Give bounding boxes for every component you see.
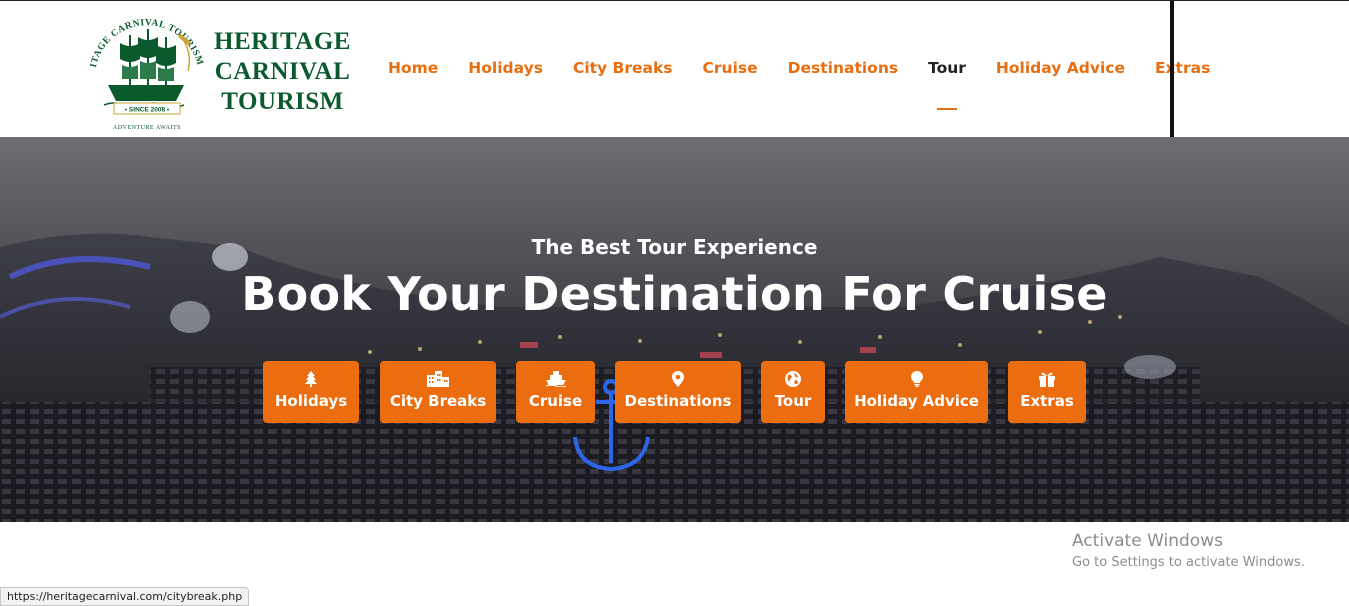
tree-icon — [305, 371, 317, 387]
watermark-title: Activate Windows — [1072, 531, 1223, 551]
nav-item-home[interactable]: Home — [388, 59, 438, 79]
hero-subtitle: The Best Tour Experience — [531, 235, 818, 259]
hero-button-label: Holidays — [274, 392, 348, 410]
hero-button-label: Holiday Advice — [854, 392, 979, 410]
hero-button-cruise[interactable]: Cruise — [516, 361, 595, 423]
nav-item-cruise[interactable]: Cruise — [703, 59, 758, 79]
nav-item-destinations[interactable]: Destinations — [788, 59, 898, 79]
logo-motto-text: ADVENTURE AWAITS — [113, 125, 181, 131]
logo-line-1: HERITAGE — [214, 28, 351, 55]
hero-banner: The Best Tour Experience Book Your Desti… — [0, 137, 1349, 522]
logo-line-3: TOURISM — [221, 88, 344, 115]
hero-button-label: Tour — [774, 392, 812, 410]
hero-button-label: Extras — [1020, 392, 1074, 410]
nav-item-holiday-advice[interactable]: Holiday Advice — [996, 59, 1125, 79]
lightbulb-icon — [910, 371, 923, 387]
nav-item-holidays[interactable]: Holidays — [468, 59, 543, 79]
logo-emblem-arc-text: HERITAGE CARNIVAL TOURISM LLC — [80, 5, 204, 69]
nav-item-tour-label: Tour — [928, 59, 966, 77]
hero-button-holiday-advice[interactable]: Holiday Advice — [845, 361, 988, 423]
site-header: HERITAGE CARNIVAL TOURISM LLC • SINCE 20… — [0, 0, 1349, 138]
map-pin-icon — [672, 371, 684, 387]
logo-line-2: CARNIVAL — [214, 58, 351, 85]
watermark-subtitle: Go to Settings to activate Windows. — [1072, 555, 1305, 570]
hero-button-holidays[interactable]: Holidays — [263, 361, 359, 423]
windows-activation-watermark: Activate Windows Go to Settings to activ… — [1072, 531, 1305, 570]
header-divider — [1170, 1, 1174, 138]
status-bar-url: https://heritagecarnival.com/citybreak.p… — [0, 587, 250, 606]
cruise-ship-background — [0, 137, 1349, 522]
hero-button-label: Destinations — [624, 392, 732, 410]
hero-button-tour[interactable]: Tour — [761, 361, 825, 423]
nav-item-city-breaks[interactable]: City Breaks — [573, 59, 673, 79]
nav-active-indicator — [937, 108, 957, 110]
ship-icon — [108, 29, 184, 101]
building-icon — [427, 371, 449, 387]
hero-button-destinations[interactable]: Destinations — [615, 361, 741, 423]
ship-icon — [545, 371, 566, 387]
hero-title: Book Your Destination For Cruise — [241, 267, 1108, 321]
logo-since-text: • SINCE 2008 • — [125, 107, 170, 114]
hero-button-label: Cruise — [528, 392, 583, 410]
globe-icon — [785, 371, 801, 387]
logo-wordmark[interactable]: HERITAGE CARNIVAL TOURISM — [210, 27, 355, 117]
svg-text:HERITAGE CARNIVAL TOURISM LLC: HERITAGE CARNIVAL TOURISM LLC — [80, 5, 205, 69]
hero-button-city-breaks[interactable]: City Breaks — [380, 361, 496, 423]
main-nav: Home Holidays City Breaks Cruise Destina… — [388, 59, 1240, 110]
nav-item-extras[interactable]: Extras — [1155, 59, 1210, 79]
logo-emblem-icon[interactable]: HERITAGE CARNIVAL TOURISM LLC • SINCE 20… — [80, 5, 214, 135]
hero-button-label: City Breaks — [389, 392, 487, 410]
hero-button-extras[interactable]: Extras — [1008, 361, 1086, 423]
gift-icon — [1039, 372, 1055, 387]
nav-item-tour[interactable]: Tour — [928, 59, 966, 110]
